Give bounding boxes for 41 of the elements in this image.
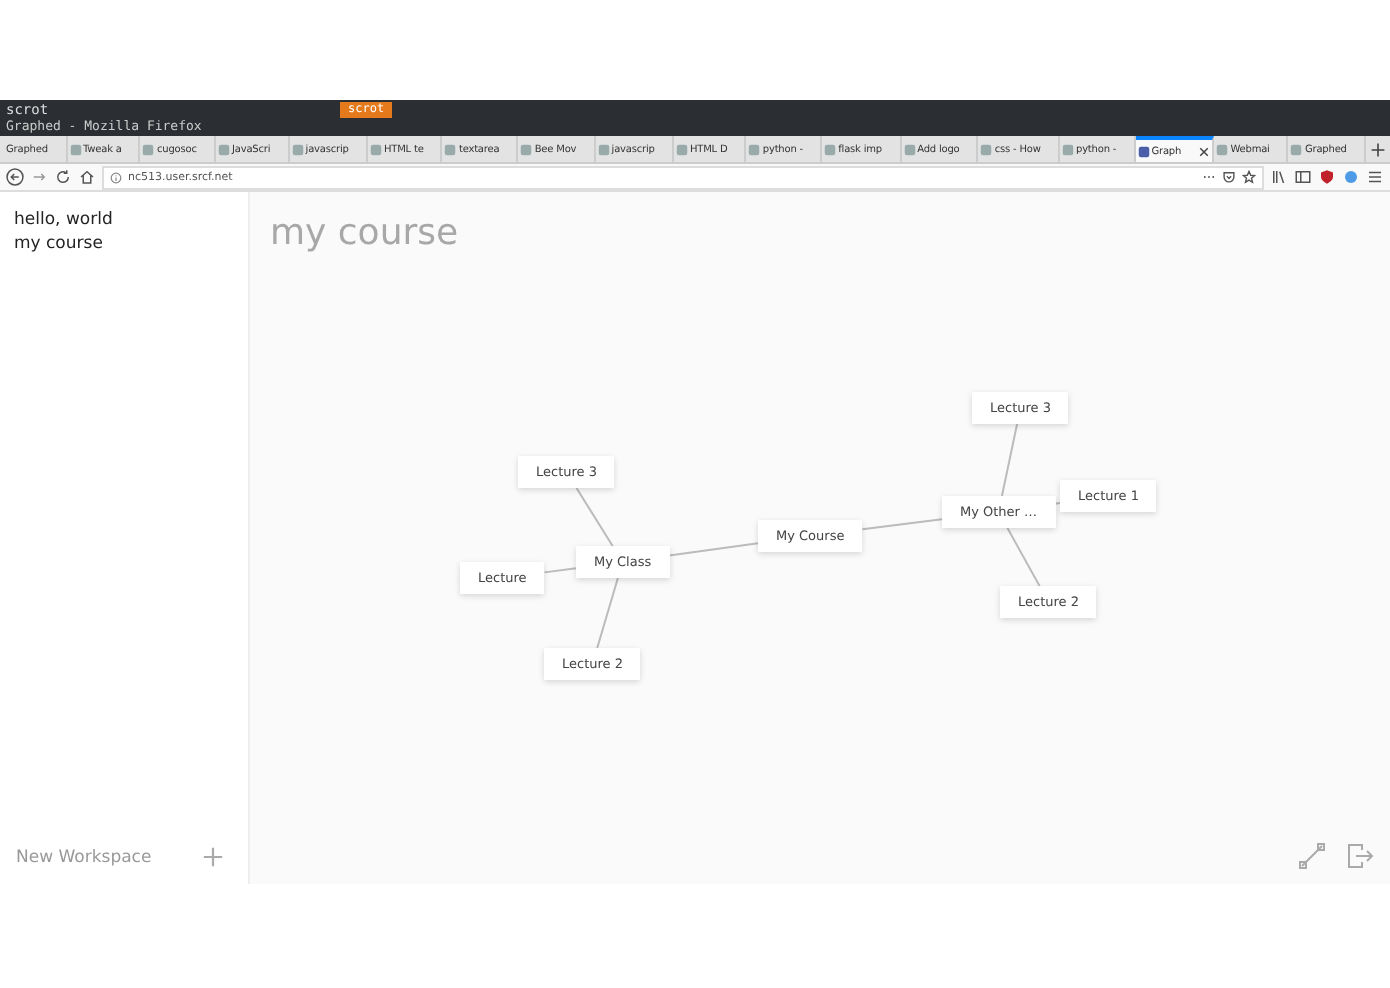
reload-icon[interactable] (54, 168, 72, 186)
favicon-icon (218, 143, 230, 155)
home-icon[interactable] (78, 168, 96, 186)
graph-edge (1000, 423, 1019, 497)
favicon-icon (980, 143, 993, 155)
workspace-title: my course (268, 210, 461, 258)
graph-edge (861, 518, 943, 531)
new-tab-icon[interactable] (1370, 141, 1387, 157)
graph-edge (1006, 527, 1041, 587)
favicon-icon (748, 143, 761, 155)
more-icon[interactable] (1202, 170, 1216, 184)
favicon-icon (69, 143, 82, 155)
favicon-icon (1137, 145, 1150, 157)
favicon-icon (1216, 143, 1229, 155)
favicon-icon (520, 143, 533, 155)
favicon-icon (1290, 143, 1303, 155)
graph-edge (596, 577, 619, 649)
favicon-icon (824, 143, 837, 155)
favicon-icon (142, 143, 155, 155)
workspace-item[interactable]: my course (14, 232, 234, 256)
pocket-icon[interactable] (1222, 170, 1236, 184)
favicon-icon (1062, 143, 1074, 155)
back-icon[interactable] (6, 168, 24, 186)
close-icon[interactable] (1198, 145, 1211, 157)
workspace-item[interactable]: hello, world (14, 208, 234, 232)
menu-icon[interactable] (1366, 168, 1384, 186)
shield-icon[interactable] (1318, 168, 1336, 186)
favicon-icon (597, 143, 610, 155)
info-icon[interactable] (110, 171, 122, 183)
favicon-icon (675, 143, 688, 155)
graph-edge (543, 567, 577, 574)
favicon-icon (444, 143, 457, 155)
favicon-icon (903, 143, 916, 155)
circle-icon[interactable] (1342, 168, 1360, 186)
graph-edge (575, 487, 614, 547)
favicon-icon (291, 143, 304, 155)
graph-edge (668, 542, 759, 557)
star-icon[interactable] (1242, 170, 1256, 184)
favicon-icon (369, 143, 382, 155)
library-icon[interactable] (1270, 168, 1288, 186)
sidebar-icon[interactable] (1294, 168, 1312, 186)
